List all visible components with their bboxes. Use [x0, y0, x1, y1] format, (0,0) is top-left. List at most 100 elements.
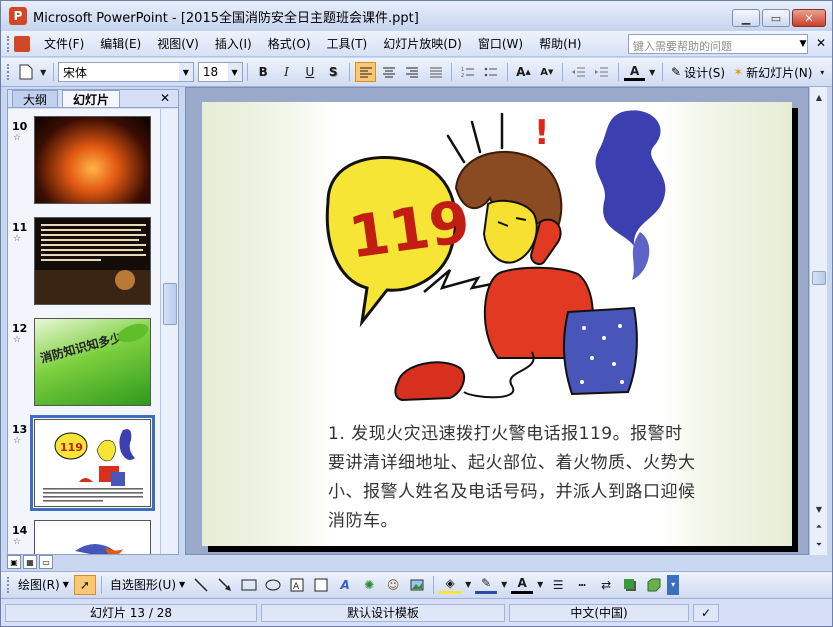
chevron-down-icon[interactable]: ▼ [647, 62, 657, 82]
insert-picture-icon[interactable] [406, 575, 428, 595]
previous-slide-icon[interactable]: ⏶ [811, 519, 827, 535]
shadow-style-icon[interactable] [619, 575, 641, 595]
close-button[interactable]: ✕ [792, 9, 826, 27]
tab-outline[interactable]: 大纲 [12, 90, 59, 107]
menu-window[interactable]: 窗口(W) [470, 35, 531, 52]
toolbar-grip[interactable] [7, 64, 10, 80]
chevron-down-icon[interactable]: ▼ [463, 575, 473, 595]
shadow-button[interactable]: S [323, 62, 344, 82]
tab-slides[interactable]: 幻灯片 [62, 90, 121, 107]
slide-thumbnail-image[interactable]: 119 [30, 415, 155, 511]
current-slide[interactable]: 119 ! 1. 发现火灾迅速拨打火警电话报119。报警时要讲清详细地址、起火部… [202, 102, 792, 546]
pane-close-icon[interactable]: ✕ [160, 91, 170, 105]
arrow-icon[interactable] [214, 575, 236, 595]
textbox-icon[interactable]: A [286, 575, 308, 595]
slideshow-view-icon[interactable]: ▭ [39, 555, 53, 569]
3d-style-icon[interactable] [643, 575, 665, 595]
menu-format[interactable]: 格式(O) [260, 35, 319, 52]
scrollbar-thumb[interactable] [812, 271, 826, 285]
dash-style-icon[interactable]: ┅ [571, 575, 593, 595]
toolbar-options-icon[interactable]: ▾ [816, 62, 828, 82]
oval-icon[interactable] [262, 575, 284, 595]
slide-body-text[interactable]: 1. 发现火灾迅速拨打火警电话报119。报警时要讲清详细地址、起火部位、着火物质… [328, 420, 698, 536]
menu-view[interactable]: 视图(V) [149, 35, 207, 52]
thumbnail-scrollbar[interactable] [160, 109, 178, 554]
underline-button[interactable]: U [299, 62, 320, 82]
powerpoint-app-icon[interactable]: P [9, 7, 27, 25]
spell-check-icon[interactable]: ✓ [693, 603, 719, 622]
vertical-textbox-icon[interactable] [310, 575, 332, 595]
animation-star-icon: ☆ [13, 133, 22, 143]
chevron-down-icon[interactable]: ▼ [178, 63, 193, 81]
document-close-icon[interactable]: ✕ [816, 36, 826, 50]
increase-font-icon[interactable]: A ▲ [513, 62, 534, 82]
next-slide-icon[interactable]: ⏷ [811, 537, 827, 553]
slide-thumbnail-image[interactable] [34, 520, 151, 554]
font-size-combo[interactable]: 18 ▼ [197, 62, 243, 82]
chevron-down-icon[interactable]: ▼ [38, 62, 48, 82]
drawbar-grip[interactable] [7, 576, 10, 593]
select-pointer-icon[interactable]: ➚ [73, 574, 96, 595]
diagram-icon[interactable]: ✺ [358, 575, 380, 595]
slide-sorter-view-icon[interactable]: ▦ [23, 555, 37, 569]
menu-slideshow[interactable]: 幻灯片放映(D) [375, 35, 470, 52]
autoshapes-button[interactable]: 自选图形(U) ▼ [106, 576, 189, 593]
menu-help[interactable]: 帮助(H) [531, 35, 589, 52]
line-icon[interactable] [190, 575, 212, 595]
menu-file[interactable]: 文件(F) [36, 35, 92, 52]
new-document-icon[interactable] [15, 62, 36, 82]
slide-thumbnail-image[interactable] [34, 116, 151, 204]
separator [618, 63, 620, 81]
arrow-style-icon[interactable]: ⇄ [595, 575, 617, 595]
animation-star-icon: ☆ [13, 537, 22, 547]
align-right-icon[interactable] [402, 62, 423, 82]
rectangle-icon[interactable] [238, 575, 260, 595]
menu-edit[interactable]: 编辑(E) [92, 35, 149, 52]
italic-button[interactable]: I [276, 62, 297, 82]
wordart-icon[interactable]: A [334, 575, 356, 595]
design-icon: ✎ [671, 65, 682, 79]
scroll-up-icon[interactable]: ▲ [811, 89, 827, 105]
normal-view-icon[interactable]: ▣ [7, 555, 21, 569]
maximize-button[interactable]: ▭ [762, 9, 790, 27]
bullet-list-icon[interactable] [480, 62, 501, 82]
scrollbar-thumb[interactable] [163, 283, 177, 325]
menubar-grip[interactable] [7, 35, 10, 52]
slide-thumbnail-image[interactable] [34, 217, 151, 305]
align-left-icon[interactable] [354, 62, 377, 82]
font-name-combo[interactable]: 宋体 ▼ [57, 62, 194, 82]
line-style-icon[interactable]: ☰ [547, 575, 569, 595]
decrease-indent-icon[interactable] [568, 62, 589, 82]
fill-color-icon[interactable]: ◈ [439, 576, 462, 594]
slides-pane: 大纲 幻灯片 ✕ 10 ☆ 11 ☆ 12 ☆ 消防知识知多少 13 ☆ 119… [7, 89, 179, 555]
numbered-list-icon[interactable]: 12 [457, 62, 478, 82]
slide-thumbnail-image[interactable]: 消防知识知多少 [34, 318, 151, 406]
font-color-draw-icon[interactable]: A [511, 576, 534, 594]
chevron-down-icon[interactable]: ▼ [499, 575, 509, 595]
line-color-icon[interactable]: ✎ [475, 576, 498, 594]
separator [662, 63, 664, 81]
separator [246, 63, 248, 81]
chevron-down-icon[interactable]: ▼ [535, 575, 545, 595]
decrease-font-icon[interactable]: A ▼ [536, 62, 557, 82]
new-slide-button[interactable]: ✶ 新幻灯片(N) [729, 64, 816, 81]
toolbar-options-icon[interactable]: ▾ [667, 574, 680, 595]
scroll-down-icon[interactable]: ▼ [811, 501, 827, 517]
help-search-input[interactable]: 键入需要帮助的问题 [628, 34, 808, 54]
slide-scrollbar[interactable]: ▲ ▼ ⏶ ⏷ [809, 87, 827, 555]
bold-button[interactable]: B [253, 62, 274, 82]
draw-menu-button[interactable]: 绘图(R) ▼ [14, 576, 73, 593]
document-icon[interactable] [14, 35, 30, 52]
justify-icon[interactable] [425, 62, 446, 82]
align-center-icon[interactable] [378, 62, 399, 82]
increase-indent-icon[interactable] [592, 62, 613, 82]
minimize-button[interactable]: ▁ [732, 9, 760, 27]
animation-star-icon: ☆ [13, 335, 22, 345]
design-button[interactable]: ✎ 设计(S) [667, 64, 729, 81]
font-color-icon[interactable]: A [624, 63, 646, 81]
menu-insert[interactable]: 插入(I) [207, 35, 260, 52]
clipart-icon[interactable]: ☺ [382, 575, 404, 595]
chevron-down-icon[interactable]: ▼ [227, 63, 242, 81]
chevron-down-icon[interactable]: ▼ [796, 34, 810, 54]
menu-tools[interactable]: 工具(T) [319, 35, 376, 52]
